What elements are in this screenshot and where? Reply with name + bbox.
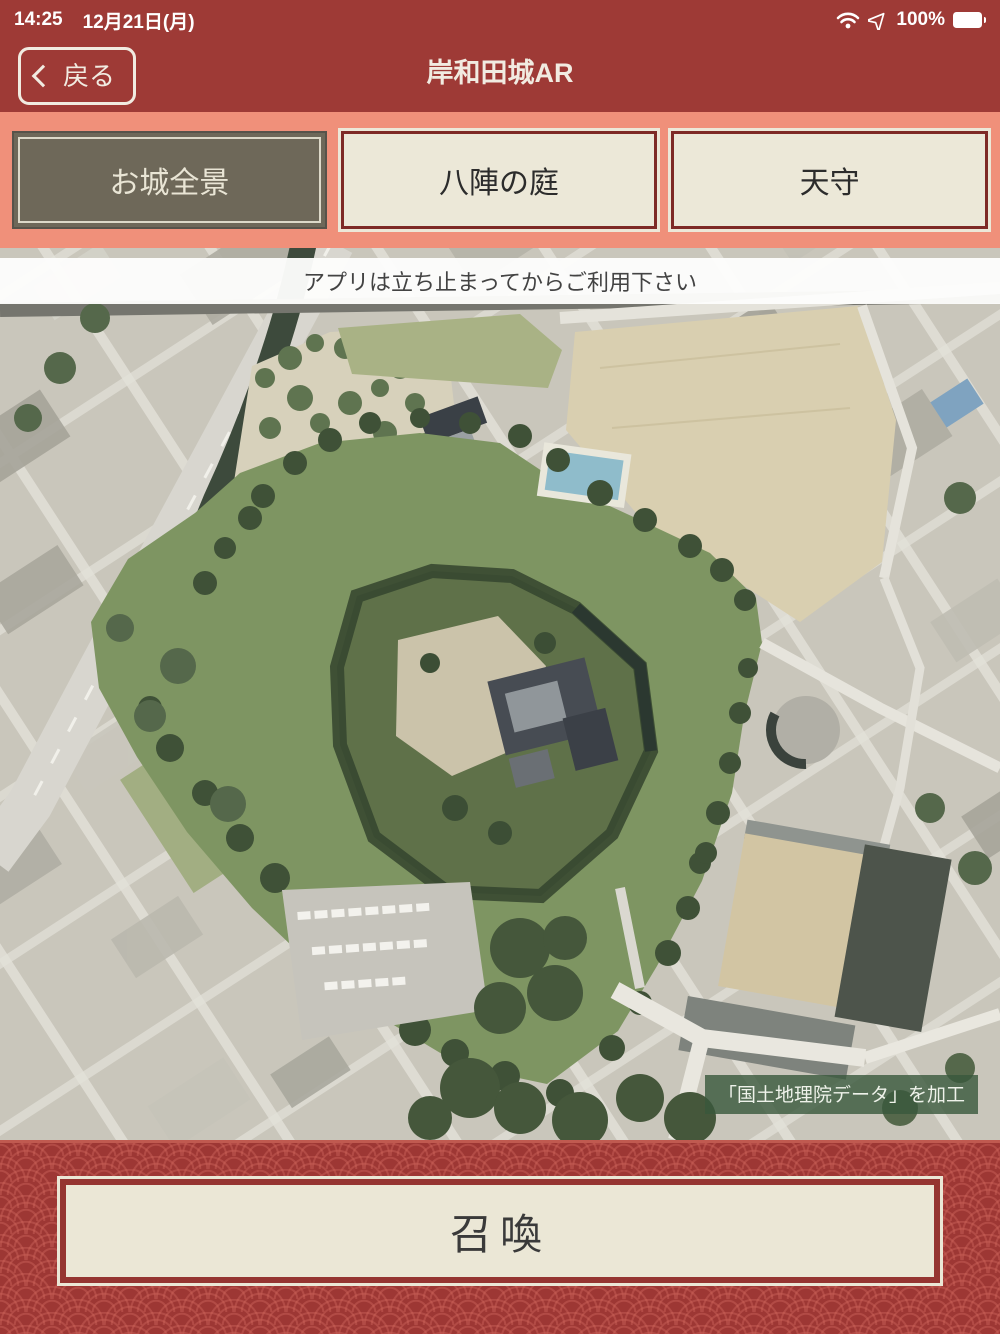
battery-full-icon bbox=[953, 12, 986, 28]
wifi-icon bbox=[836, 11, 860, 29]
tab-label: 天守 bbox=[799, 167, 860, 200]
tab-castle-panorama[interactable]: お城全景 bbox=[12, 131, 327, 229]
tab-bar: お城全景 八陣の庭 天守 bbox=[0, 112, 1000, 248]
notice-text: アプリは立ち止まってからご利用下さい bbox=[302, 270, 698, 295]
clock: 14:25 bbox=[14, 9, 63, 30]
tab-label: お城全景 bbox=[109, 167, 230, 200]
summon-button[interactable]: 召喚 bbox=[57, 1176, 943, 1286]
attribution-text: 「国土地理院データ」を加工 bbox=[717, 1085, 965, 1106]
satellite-map-svg bbox=[0, 248, 1000, 1140]
location-arrow-icon bbox=[868, 10, 888, 30]
header: 戻る 岸和田城AR bbox=[0, 40, 1000, 112]
page-title: 岸和田城AR bbox=[426, 58, 574, 88]
footer-bar: 召喚 bbox=[0, 1140, 1000, 1334]
battery-percent: 100% bbox=[896, 9, 945, 30]
map-view[interactable]: アプリは立ち止まってからご利用下さい 「国土地理院データ」を加工 bbox=[0, 248, 1000, 1140]
tab-label: 八陣の庭 bbox=[439, 167, 559, 200]
back-label: 戻る bbox=[63, 61, 116, 91]
status-right: 100% bbox=[836, 9, 986, 31]
back-button[interactable]: 戻る bbox=[18, 47, 137, 105]
tab-tenshu[interactable]: 天守 bbox=[671, 131, 989, 229]
attribution-label: 「国土地理院データ」を加工 bbox=[704, 1075, 978, 1114]
status-left: 14:25 12月21日(月) bbox=[14, 7, 195, 34]
tab-hachijin-garden[interactable]: 八陣の庭 bbox=[340, 131, 658, 229]
summon-label: 召喚 bbox=[449, 1210, 550, 1258]
app-screen: 14:25 12月21日(月) 100% 戻る 岸和田城AR お城全景 八陣の庭… bbox=[0, 0, 1000, 1334]
date: 12月21日(月) bbox=[82, 11, 195, 33]
chevron-left-icon bbox=[31, 64, 55, 88]
status-bar: 14:25 12月21日(月) 100% bbox=[0, 0, 1000, 40]
notice-bar: アプリは立ち止まってからご利用下さい bbox=[0, 258, 1000, 304]
